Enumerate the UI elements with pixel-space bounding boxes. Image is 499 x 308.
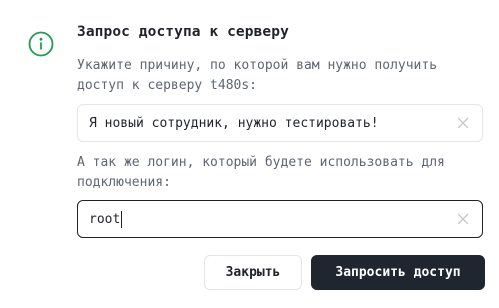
login-description: А так же логин, который будете использов…: [77, 155, 445, 190]
login-input-value-wrap: root: [89, 201, 123, 237]
close-icon[interactable]: [457, 213, 469, 225]
reason-input[interactable]: Я новый сотрудник, нужно тестировать!: [77, 104, 483, 142]
reason-description: Укажите причину, по которой вам нужно по…: [77, 58, 438, 93]
info-icon: [28, 31, 54, 57]
close-icon[interactable]: [457, 117, 469, 129]
text-caret: [121, 210, 123, 228]
request-access-button[interactable]: Запросить доступ: [311, 255, 485, 290]
login-input-value: root: [89, 211, 121, 227]
reason-input-value: Я новый сотрудник, нужно тестировать!: [89, 115, 379, 131]
close-button[interactable]: Закрыть: [204, 255, 302, 290]
login-input[interactable]: root: [77, 200, 483, 238]
dialog-title: Запрос доступа к серверу: [77, 24, 289, 40]
